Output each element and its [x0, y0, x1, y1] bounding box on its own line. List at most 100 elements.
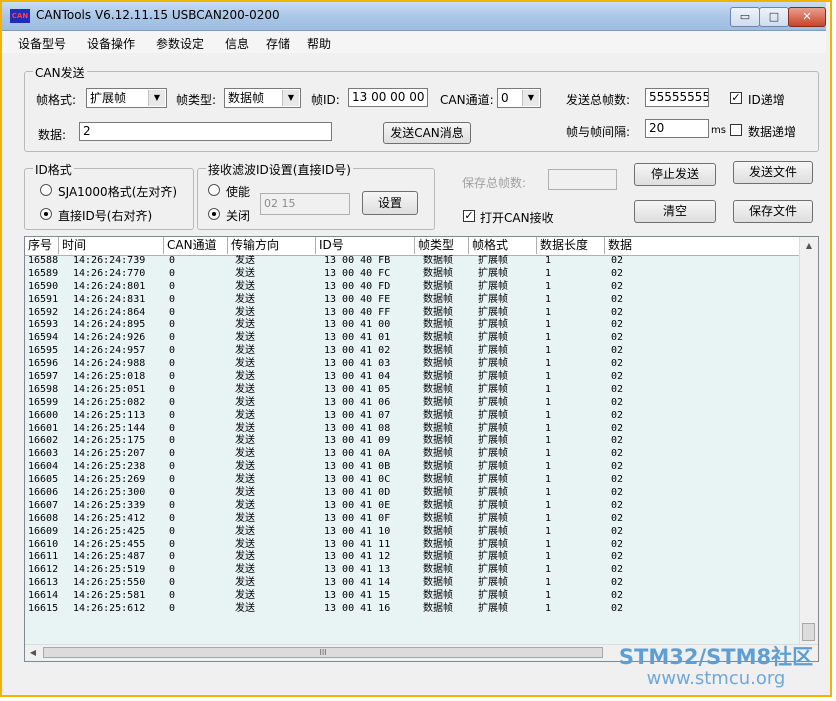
table-row[interactable]: 16591 14:26:24:831 0 发送 13 00 40 FE 数据帧 扩展帧 1 02 [25, 294, 800, 307]
data-input[interactable]: 2 [79, 122, 332, 141]
table-row[interactable]: 16588 14:26:24:739 0 发送 13 00 40 FB 数据帧 扩展帧 1 02 [25, 255, 800, 268]
column-header-frame-format[interactable]: 帧格式 [469, 237, 537, 254]
cell-id: 13 00 41 10 [324, 525, 391, 537]
frame-type-select[interactable]: 数据帧 ▼ [224, 88, 301, 108]
send-can-message-button[interactable]: 发送CAN消息 [383, 122, 471, 144]
column-header-frame-type[interactable]: 帧类型 [415, 237, 469, 254]
table-row[interactable]: 16611 14:26:25:487 0 发送 13 00 41 12 数据帧 扩展帧 1 02 [25, 551, 800, 564]
maximize-button[interactable]: □ [759, 7, 789, 27]
filter-id-input[interactable]: 02 15 [260, 193, 350, 215]
cell-frame-format: 扩展帧 [478, 358, 508, 370]
cell-index: 16611 [28, 551, 59, 563]
filter-set-button[interactable]: 设置 [362, 191, 418, 215]
save-file-button[interactable]: 保存文件 [733, 200, 813, 223]
minimize-button[interactable]: ▭ [730, 7, 760, 27]
cell-frame-type: 数据帧 [423, 487, 453, 499]
cell-time: 14:26:25:175 [73, 435, 146, 447]
cell-frame-type: 数据帧 [423, 332, 453, 344]
save-total-input[interactable] [548, 169, 617, 190]
table-row[interactable]: 16607 14:26:25:339 0 发送 13 00 41 0E 数据帧 扩展帧 1 02 [25, 500, 800, 513]
can-send-group-title: CAN发送 [33, 64, 87, 81]
table-row[interactable]: 16598 14:26:25:051 0 发送 13 00 41 05 数据帧 扩展帧 1 02 [25, 384, 800, 397]
menu-storage[interactable]: 存储 [266, 35, 290, 52]
frame-id-input[interactable]: 13 00 00 00 [348, 88, 428, 107]
column-header-time[interactable]: 时间 [59, 237, 164, 254]
table-row[interactable]: 16604 14:26:25:238 0 发送 13 00 41 0B 数据帧 扩展帧 1 02 [25, 461, 800, 474]
table-row[interactable]: 16593 14:26:24:895 0 发送 13 00 41 00 数据帧 扩展帧 1 02 [25, 319, 800, 332]
table-row[interactable]: 16603 14:26:25:207 0 发送 13 00 41 0A 数据帧 扩展帧 1 02 [25, 448, 800, 461]
table-row[interactable]: 16596 14:26:24:988 0 发送 13 00 41 03 数据帧 扩展帧 1 02 [25, 358, 800, 371]
cell-index: 16591 [28, 293, 59, 305]
table-row[interactable]: 16614 14:26:25:581 0 发送 13 00 41 15 数据帧 扩展帧 1 02 [25, 590, 800, 603]
sja1000-format-radio[interactable] [40, 184, 52, 196]
data-increment-checkbox[interactable] [730, 124, 742, 136]
cell-data: 02 [611, 499, 624, 511]
cell-frame-type: 数据帧 [423, 319, 453, 331]
cell-data: 02 [611, 577, 624, 589]
table-row[interactable]: 16612 14:26:25:519 0 发送 13 00 41 13 数据帧 扩展帧 1 02 [25, 564, 800, 577]
column-header-id[interactable]: ID号 [316, 237, 415, 254]
table-row[interactable]: 16613 14:26:25:550 0 发送 13 00 41 14 数据帧 扩展帧 1 02 [25, 577, 800, 590]
menu-parameter-settings[interactable]: 参数设定 [156, 35, 204, 52]
frame-format-value: 扩展帧 [90, 91, 127, 105]
filter-disable-label: 关闭 [226, 209, 251, 223]
scroll-up-arrow-icon[interactable]: ▲ [800, 237, 818, 254]
can-message-list[interactable]: 序号 时间 CAN通道 传输方向 ID号 帧类型 帧格式 数据长度 数据 165… [24, 236, 819, 662]
vertical-scrollbar[interactable]: ▲ [799, 237, 818, 645]
table-row[interactable]: 16597 14:26:25:018 0 发送 13 00 41 04 数据帧 扩展帧 1 02 [25, 371, 800, 384]
table-row[interactable]: 16602 14:26:25:175 0 发送 13 00 41 09 数据帧 扩展帧 1 02 [25, 435, 800, 448]
cell-frame-type: 数据帧 [423, 461, 453, 473]
table-row[interactable]: 16610 14:26:25:455 0 发送 13 00 41 11 数据帧 扩展帧 1 02 [25, 539, 800, 552]
column-header-index[interactable]: 序号 [25, 237, 59, 254]
vertical-scroll-thumb[interactable] [802, 623, 815, 641]
filter-disable-radio[interactable] [208, 208, 220, 220]
table-row[interactable]: 16601 14:26:25:144 0 发送 13 00 41 08 数据帧 扩展帧 1 02 [25, 423, 800, 436]
total-frames-input[interactable]: 555555555 [645, 88, 709, 107]
column-header-channel[interactable]: CAN通道 [164, 237, 228, 254]
menu-device-operation[interactable]: 设备操作 [87, 35, 135, 52]
table-row[interactable]: 16595 14:26:24:957 0 发送 13 00 41 02 数据帧 扩展帧 1 02 [25, 345, 800, 358]
filter-enable-radio[interactable] [208, 184, 220, 196]
table-row[interactable]: 16609 14:26:25:425 0 发送 13 00 41 10 数据帧 扩展帧 1 02 [25, 526, 800, 539]
cell-channel: 0 [169, 564, 176, 576]
menu-help[interactable]: 帮助 [307, 35, 331, 52]
table-row[interactable]: 16594 14:26:24:926 0 发送 13 00 41 01 数据帧 扩展帧 1 02 [25, 332, 800, 345]
clear-button[interactable]: 清空 [634, 200, 716, 223]
table-row[interactable]: 16592 14:26:24:864 0 发送 13 00 40 FF 数据帧 扩展帧 1 02 [25, 307, 800, 320]
cell-time: 14:26:24:988 [73, 358, 146, 370]
table-row[interactable]: 16606 14:26:25:300 0 发送 13 00 41 0D 数据帧 扩展帧 1 02 [25, 487, 800, 500]
id-increment-checkbox[interactable]: ✓ [730, 92, 742, 104]
send-file-button[interactable]: 发送文件 [733, 161, 813, 184]
table-row[interactable]: 16599 14:26:25:082 0 发送 13 00 41 06 数据帧 扩展帧 1 02 [25, 397, 800, 410]
direct-id-radio[interactable] [40, 208, 52, 220]
stop-send-button[interactable]: 停止发送 [634, 163, 716, 186]
table-row[interactable]: 16615 14:26:25:612 0 发送 13 00 41 16 数据帧 扩展帧 1 02 [25, 603, 800, 616]
cell-direction: 发送 [235, 448, 255, 460]
cell-id: 13 00 40 FE [324, 293, 391, 305]
menu-info[interactable]: 信息 [225, 35, 249, 52]
column-header-data[interactable]: 数据 [605, 237, 800, 254]
interval-input[interactable]: 20 [645, 119, 709, 138]
can-channel-select[interactable]: 0 ▼ [497, 88, 541, 108]
table-row[interactable]: 16605 14:26:25:269 0 发送 13 00 41 0C 数据帧 扩展帧 1 02 [25, 474, 800, 487]
table-row[interactable]: 16589 14:26:24:770 0 发送 13 00 40 FC 数据帧 扩展帧 1 02 [25, 268, 800, 281]
open-can-receive-checkbox[interactable]: ✓ [463, 210, 475, 222]
scroll-left-arrow-icon[interactable]: ◀ [25, 645, 41, 661]
table-row[interactable]: 16590 14:26:24:801 0 发送 13 00 40 FD 数据帧 扩展帧 1 02 [25, 281, 800, 294]
cell-data-length: 1 [545, 280, 552, 292]
close-button[interactable]: ✕ [788, 7, 826, 27]
frame-format-select[interactable]: 扩展帧 ▼ [86, 88, 167, 108]
cell-channel: 0 [169, 474, 176, 486]
title-bar[interactable]: CAN CANTools V6.12.11.15 USBCAN200-0200 … [2, 2, 826, 31]
table-row[interactable]: 16608 14:26:25:412 0 发送 13 00 41 0F 数据帧 扩展帧 1 02 [25, 513, 800, 526]
table-row[interactable]: 16600 14:26:25:113 0 发送 13 00 41 07 数据帧 扩展帧 1 02 [25, 410, 800, 423]
cell-index: 16604 [28, 461, 59, 473]
menu-device-model[interactable]: 设备型号 [18, 35, 66, 52]
column-header-direction[interactable]: 传输方向 [228, 237, 316, 254]
horizontal-scroll-thumb[interactable]: III [43, 647, 603, 658]
cell-channel: 0 [169, 590, 176, 602]
cell-id: 13 00 41 09 [324, 435, 391, 447]
cell-direction: 发送 [235, 590, 255, 602]
cell-data: 02 [611, 461, 624, 473]
column-header-data-length[interactable]: 数据长度 [537, 237, 605, 254]
